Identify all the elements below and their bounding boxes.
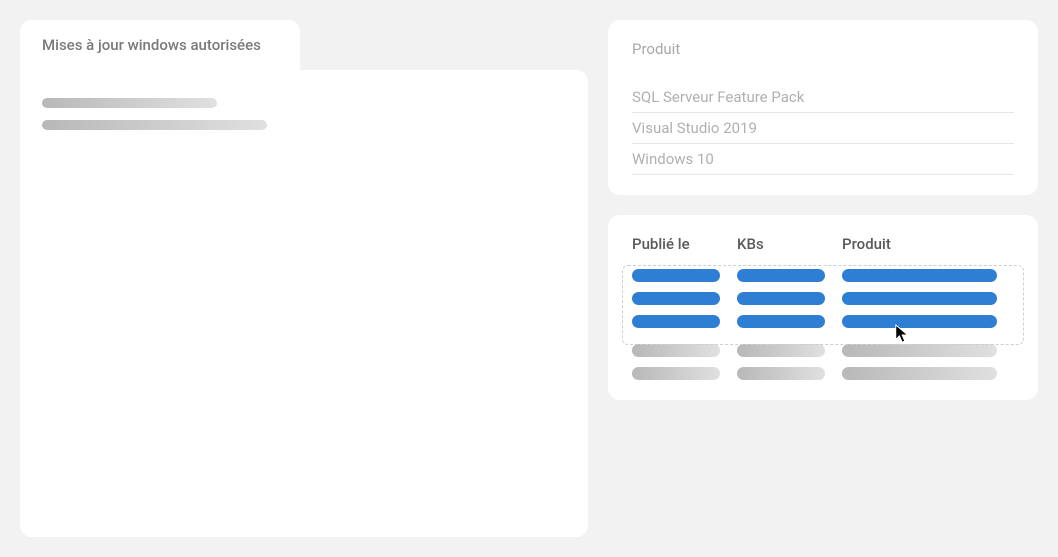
data-row[interactable] [842,269,997,282]
right-panel: Produit SQL Serveur Feature PackVisual S… [608,20,1038,537]
grid-col-kbs [737,269,832,380]
product-list: SQL Serveur Feature PackVisual Studio 20… [632,82,1014,175]
grid-col-product [842,269,1014,380]
updates-grid: Publié le KBs Produit [632,235,1014,380]
data-row[interactable] [737,315,825,328]
data-row[interactable] [632,292,720,305]
grid-col-published [632,269,727,380]
data-row[interactable] [632,344,720,357]
placeholder-line [42,98,217,108]
tab-authorized-updates[interactable]: Mises à jour windows autorisées [20,20,300,70]
product-list-item[interactable]: Visual Studio 2019 [632,113,1014,144]
data-row[interactable] [737,367,825,380]
data-row[interactable] [842,292,997,305]
data-row[interactable] [737,269,825,282]
product-list-item[interactable]: SQL Serveur Feature Pack [632,82,1014,113]
product-card-title: Produit [632,40,1014,58]
data-row[interactable] [737,292,825,305]
col-header-published: Publié le [632,235,727,253]
left-panel-body [20,70,588,537]
product-card: Produit SQL Serveur Feature PackVisual S… [608,20,1038,195]
col-header-product: Produit [842,235,1014,253]
product-list-item[interactable]: Windows 10 [632,144,1014,175]
placeholder-line [42,120,267,130]
data-row[interactable] [632,315,720,328]
data-row[interactable] [842,315,997,328]
data-row[interactable] [632,269,720,282]
data-row[interactable] [737,344,825,357]
tab-title: Mises à jour windows autorisées [42,36,261,54]
updates-grid-card: Publié le KBs Produit [608,215,1038,400]
data-row[interactable] [842,367,997,380]
col-header-kbs: KBs [737,235,832,253]
data-row[interactable] [842,344,997,357]
left-panel: Mises à jour windows autorisées [20,20,588,537]
data-row[interactable] [632,367,720,380]
